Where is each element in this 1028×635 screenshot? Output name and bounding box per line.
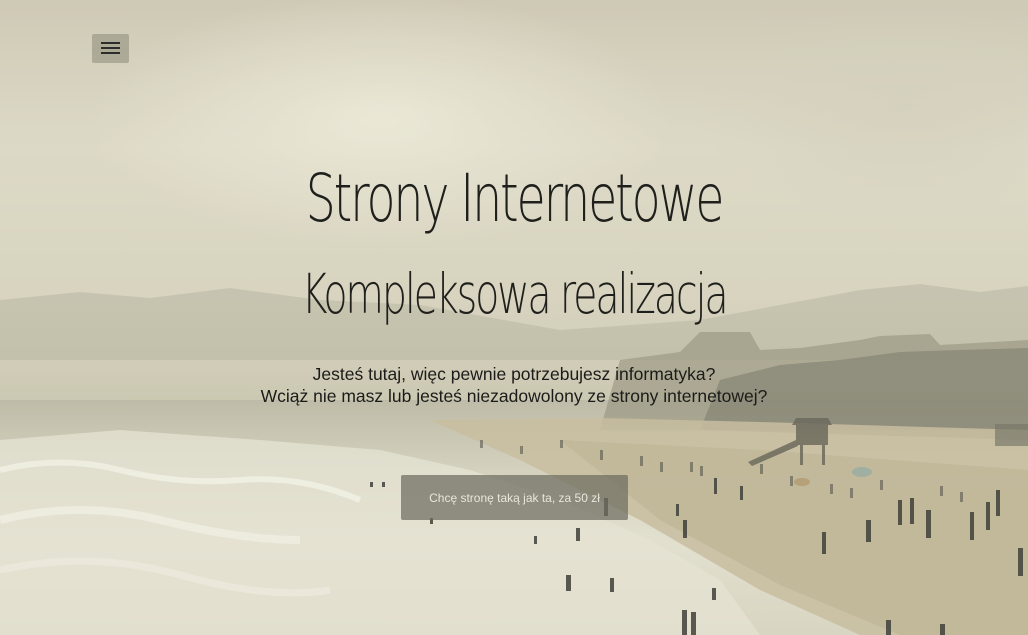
- lead-line-1: Jesteś tutaj, więc pewnie potrzebujesz i…: [312, 364, 716, 384]
- menu-bar-bottom: [101, 52, 120, 54]
- hero-lead: Jesteś tutaj, więc pewnie potrzebujesz i…: [0, 363, 1028, 407]
- menu-bar-top: [101, 42, 120, 44]
- hero-section: Strony Internetowe Kompleksowa realizacj…: [0, 0, 1028, 635]
- hamburger-menu-button[interactable]: [92, 34, 129, 63]
- menu-bar-middle: [101, 47, 120, 49]
- lead-line-2: Wciąż nie masz lub jesteś niezadowolony …: [260, 386, 768, 406]
- hero-title: Strony Internetowe: [305, 160, 725, 237]
- hero-subtitle: Kompleksowa realizacja: [301, 262, 729, 326]
- cta-button[interactable]: Chcę stronę taką jak ta, za 50 zł: [401, 475, 628, 520]
